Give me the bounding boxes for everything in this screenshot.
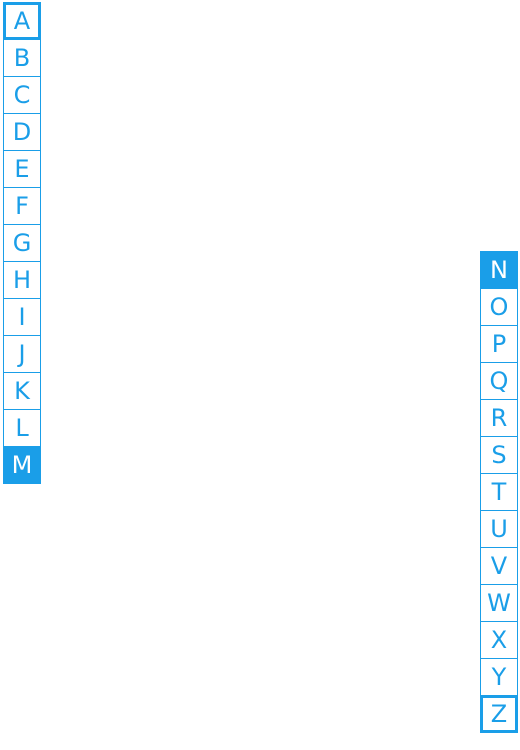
letter-button-f[interactable]: F xyxy=(3,187,41,225)
letter-column-a-m: ABCDEFGHIJKLM xyxy=(3,2,41,484)
letter-button-s[interactable]: S xyxy=(480,436,518,474)
letter-button-b[interactable]: B xyxy=(3,39,41,77)
letter-button-z[interactable]: Z xyxy=(480,695,518,733)
letter-button-l[interactable]: L xyxy=(3,409,41,447)
letter-button-r[interactable]: R xyxy=(480,399,518,437)
letter-button-q[interactable]: Q xyxy=(480,362,518,400)
letter-button-j[interactable]: J xyxy=(3,335,41,373)
letter-button-m[interactable]: M xyxy=(3,446,41,484)
letter-button-e[interactable]: E xyxy=(3,150,41,188)
letter-column-n-z: NOPQRSTUVWXYZ xyxy=(480,251,518,733)
letter-button-v[interactable]: V xyxy=(480,547,518,585)
letter-button-p[interactable]: P xyxy=(480,325,518,363)
letter-button-u[interactable]: U xyxy=(480,510,518,548)
letter-button-g[interactable]: G xyxy=(3,224,41,262)
letter-button-h[interactable]: H xyxy=(3,261,41,299)
letter-button-i[interactable]: I xyxy=(3,298,41,336)
letter-button-y[interactable]: Y xyxy=(480,658,518,696)
letter-button-k[interactable]: K xyxy=(3,372,41,410)
letter-button-w[interactable]: W xyxy=(480,584,518,622)
letter-button-c[interactable]: C xyxy=(3,76,41,114)
letter-button-t[interactable]: T xyxy=(480,473,518,511)
letter-button-a[interactable]: A xyxy=(3,2,41,40)
letter-button-o[interactable]: O xyxy=(480,288,518,326)
letter-button-x[interactable]: X xyxy=(480,621,518,659)
letter-button-d[interactable]: D xyxy=(3,113,41,151)
letter-button-n[interactable]: N xyxy=(480,251,518,289)
